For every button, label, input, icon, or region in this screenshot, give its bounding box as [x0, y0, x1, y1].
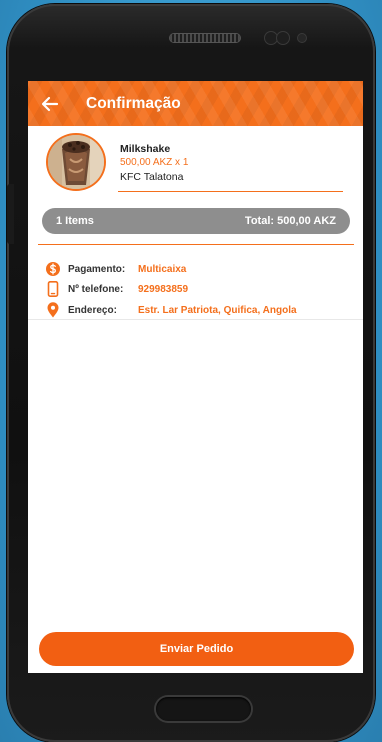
order-total: Total: 500,00 AKZ — [244, 215, 336, 227]
home-button[interactable] — [156, 697, 251, 721]
phone-sensor — [265, 32, 277, 44]
product-image — [46, 133, 106, 191]
product-divider — [118, 191, 343, 192]
payment-row: Pagamento: Multicaixa — [46, 261, 356, 277]
order-summary-bar: 1 Items Total: 500,00 AKZ — [42, 208, 350, 234]
phone-speaker — [170, 34, 240, 42]
address-row: Endereço: Estr. Lar Patriota, Quifica, A… — [46, 302, 356, 318]
dollar-circle-icon — [46, 262, 60, 276]
product-name: Milkshake — [120, 143, 171, 155]
app-screen: Confirmação Milkshake 500,00 AKZ x 1 KFC… — [28, 81, 363, 673]
info-divider — [28, 319, 363, 320]
arrow-left-icon[interactable] — [40, 94, 60, 114]
payment-value: Multicaixa — [138, 264, 187, 275]
cart-item: Milkshake 500,00 AKZ x 1 KFC Talatona — [46, 133, 346, 193]
phone-label: Nº telefone: — [68, 284, 124, 295]
app-bar-pattern — [28, 81, 363, 126]
page-title: Confirmação — [86, 95, 181, 112]
product-price-quantity: 500,00 AKZ x 1 — [120, 157, 189, 168]
submit-order-button[interactable]: Enviar Pedido — [39, 632, 354, 666]
section-divider — [38, 244, 354, 245]
phone-light-sensor — [298, 34, 306, 42]
address-label: Endereço: — [68, 305, 117, 316]
items-count: 1 Items — [56, 215, 94, 227]
location-pin-icon — [47, 302, 59, 318]
address-value: Estr. Lar Patriota, Quifica, Angola — [138, 305, 297, 316]
phone-camera — [277, 32, 289, 44]
mobile-phone-icon — [47, 281, 59, 297]
phone-row: Nº telefone: 929983859 — [46, 281, 356, 297]
app-bar: Confirmação — [28, 81, 363, 126]
phone-side-button — [7, 184, 14, 244]
payment-label: Pagamento: — [68, 264, 126, 275]
product-store: KFC Talatona — [120, 171, 184, 183]
phone-value: 929983859 — [138, 284, 189, 295]
